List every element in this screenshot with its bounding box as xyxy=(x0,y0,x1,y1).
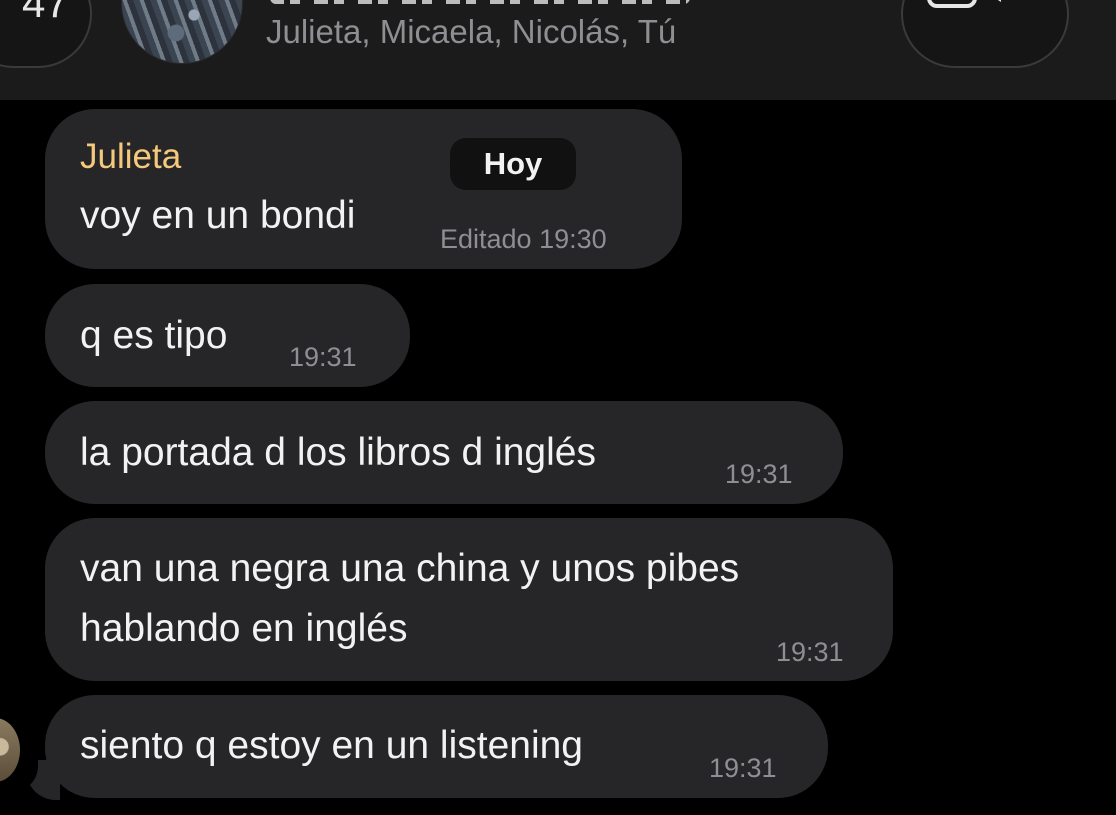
group-title-cutoff xyxy=(270,0,690,4)
group-avatar[interactable] xyxy=(121,0,243,64)
message-text: la portada d los libros d inglés xyxy=(80,431,596,474)
message-text: siento q estoy en un listening xyxy=(80,724,584,767)
unread-count: 47 xyxy=(22,0,69,26)
message-time: 19:31 xyxy=(289,342,357,372)
message-text: q es tipo xyxy=(80,314,228,357)
message-text: voy en un bondi xyxy=(80,194,356,237)
message-text: van una negra una china y unos pibes xyxy=(80,547,740,590)
message-time: Editado 19:30 xyxy=(440,224,607,254)
date-separator: Hoy xyxy=(450,138,576,190)
message-time: 19:31 xyxy=(776,637,844,667)
video-call-icon xyxy=(927,0,977,8)
message-time: 19:31 xyxy=(709,753,777,783)
chat-header: 47 Julieta, Micaela, Nicolás, Tú xyxy=(0,0,1116,100)
video-call-button[interactable] xyxy=(901,0,1069,68)
message-text: hablando en inglés xyxy=(80,607,408,650)
message-time: 19:31 xyxy=(725,459,793,489)
chat-screen: 47 Julieta, Micaela, Nicolás, Tú Julieta… xyxy=(0,0,1116,815)
video-lens-icon xyxy=(979,0,1001,2)
sender-name: Julieta xyxy=(80,137,182,176)
group-members[interactable]: Julieta, Micaela, Nicolás, Tú xyxy=(266,12,676,52)
